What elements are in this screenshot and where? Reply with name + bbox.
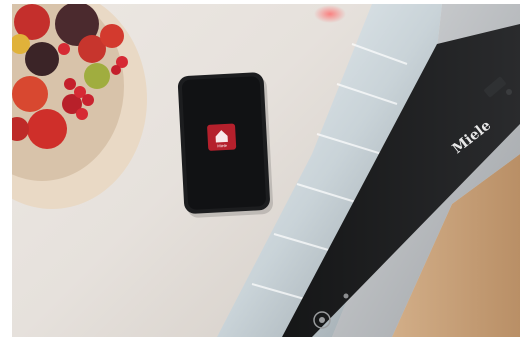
red-indicator-glow <box>314 5 346 23</box>
app-icon-label: Miele <box>217 143 228 149</box>
panel-indicator <box>343 293 349 299</box>
smartphone: Miele <box>177 72 270 214</box>
photo-frame: Miele Miele <box>12 4 520 337</box>
panel-button <box>506 89 512 95</box>
scene-illustration: Miele Miele <box>12 4 520 337</box>
